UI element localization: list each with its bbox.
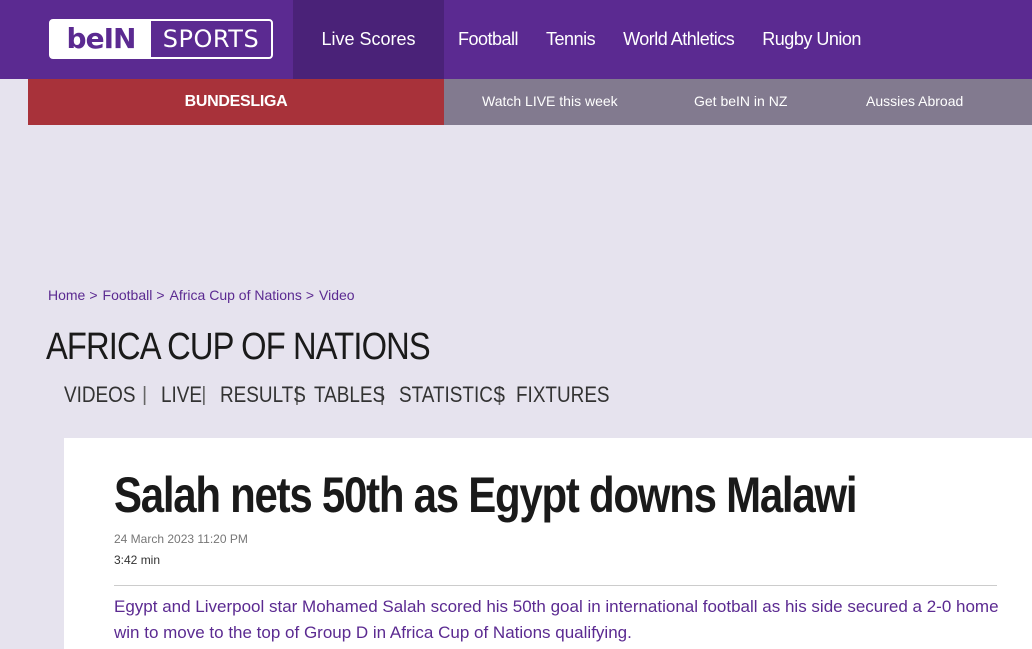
breadcrumb-africa-cup[interactable]: Africa Cup of Nations	[170, 287, 302, 303]
subnav-watch-live[interactable]: Watch LIVE this week	[482, 93, 618, 109]
breadcrumb-home[interactable]: Home	[48, 287, 85, 303]
nav-item-world-athletics[interactable]: World Athletics	[623, 29, 735, 50]
breadcrumb-football[interactable]: Football	[103, 287, 153, 303]
video-duration: 3:42 min	[114, 553, 161, 567]
subnav-aussies-abroad[interactable]: Aussies Abroad	[866, 93, 963, 109]
tab-statistics[interactable]: STATISTICS	[399, 382, 506, 408]
logo-bein-text: beIN	[51, 21, 151, 57]
article-lede: Egypt and Liverpool star Mohamed Salah s…	[114, 597, 999, 642]
breadcrumb-video[interactable]: Video	[319, 287, 355, 303]
main-nav-items: Football Tennis World Athletics Rugby Un…	[444, 0, 875, 79]
tab-videos[interactable]: VIDEOS	[64, 382, 136, 408]
logo-area: beIN SPORTS	[0, 0, 293, 79]
live-scores-link[interactable]: Live Scores	[293, 0, 444, 79]
tab-fixtures[interactable]: FIXTURES	[516, 382, 610, 408]
article-card: Salah nets 50th as Egypt downs Malawi 24…	[64, 438, 1032, 649]
article-date: 24 March 2023 11:20 PM	[114, 532, 248, 546]
breadcrumb-separator: >	[89, 287, 98, 303]
top-navigation: beIN SPORTS Live Scores Football Tennis …	[0, 0, 1032, 79]
tab-results[interactable]: RESULTS	[220, 382, 306, 408]
nav-item-tennis[interactable]: Tennis	[546, 29, 596, 50]
tab-separator: |	[142, 383, 148, 406]
logo-sports-text: SPORTS	[162, 25, 260, 53]
nav-item-rugby-union[interactable]: Rugby Union	[762, 29, 861, 50]
subnav-get-bein[interactable]: Get beIN in NZ	[694, 93, 787, 109]
section-title: AFRICA CUP OF NATIONS	[46, 326, 431, 368]
breadcrumb: Home > Football > Africa Cup of Nations …	[48, 287, 355, 303]
tab-tables[interactable]: TABLES	[314, 382, 385, 408]
nav-item-football[interactable]: Football	[458, 29, 519, 50]
divider	[114, 585, 997, 586]
sub-navigation: Watch LIVE this week Get beIN in NZ Auss…	[444, 79, 1032, 125]
breadcrumb-separator: >	[305, 287, 315, 303]
tab-live[interactable]: LIVE	[161, 382, 202, 408]
article-headline: Salah nets 50th as Egypt downs Malawi	[114, 467, 858, 523]
bundesliga-link[interactable]: BUNDESLIGA	[28, 79, 444, 125]
breadcrumb-separator: >	[156, 287, 165, 303]
bein-sports-logo[interactable]: beIN SPORTS	[49, 19, 273, 59]
section-tabs: VIDEOS | LIVE | RESULTS | TABLES | STATI…	[64, 382, 610, 408]
